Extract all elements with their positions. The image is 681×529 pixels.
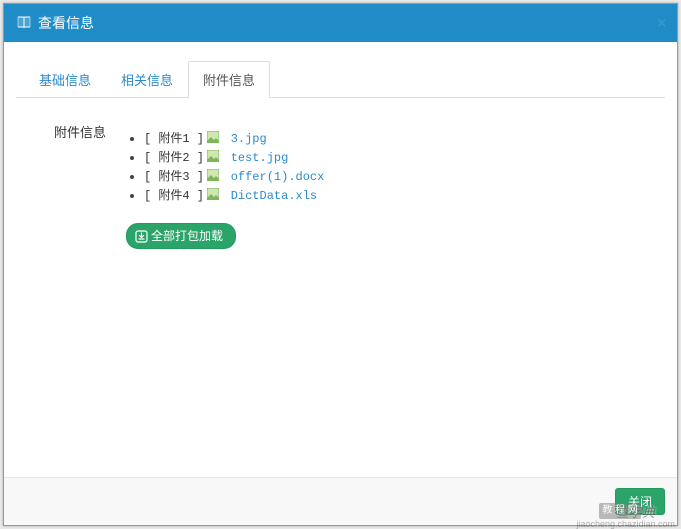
attachment-label: [ 附件4 ]: [144, 189, 204, 203]
attachment-link[interactable]: offer(1).docx: [231, 170, 325, 184]
file-image-icon: [207, 168, 219, 180]
dialog: 查看信息 × 基础信息 相关信息 附件信息 附件信息 [ 附件1 ] 3.jpg…: [3, 3, 678, 526]
dialog-body: 基础信息 相关信息 附件信息 附件信息 [ 附件1 ] 3.jpg [ 附件2 …: [4, 42, 677, 477]
attachment-link[interactable]: DictData.xls: [231, 189, 317, 203]
list-item: [ 附件3 ] offer(1).docx: [144, 167, 647, 186]
tab-content: 附件信息 [ 附件1 ] 3.jpg [ 附件2 ] test.jpg [ 附件…: [16, 98, 665, 259]
tab-related-info[interactable]: 相关信息: [106, 61, 188, 98]
list-item: [ 附件4 ] DictData.xls: [144, 186, 647, 205]
download-icon: [135, 230, 148, 243]
dialog-header: 查看信息 ×: [4, 4, 677, 42]
attachment-label: [ 附件2 ]: [144, 151, 204, 165]
file-image-icon: [207, 130, 219, 142]
file-image-icon: [207, 187, 219, 199]
file-image-icon: [207, 149, 219, 161]
close-button[interactable]: 关闭: [615, 488, 665, 515]
close-icon[interactable]: ×: [656, 14, 667, 32]
attachment-link[interactable]: test.jpg: [231, 151, 289, 165]
dialog-title: 查看信息: [38, 13, 94, 33]
attachment-list: [ 附件1 ] 3.jpg [ 附件2 ] test.jpg [ 附件3 ] o…: [144, 129, 647, 205]
tab-basic-info[interactable]: 基础信息: [24, 61, 106, 98]
attachment-link[interactable]: 3.jpg: [231, 132, 267, 146]
download-all-label: 全部打包加载: [151, 228, 223, 244]
tab-attachment-info[interactable]: 附件信息: [188, 61, 270, 98]
list-item: [ 附件1 ] 3.jpg: [144, 129, 647, 148]
list-item: [ 附件2 ] test.jpg: [144, 148, 647, 167]
attachment-label: [ 附件3 ]: [144, 170, 204, 184]
attachment-label: [ 附件1 ]: [144, 132, 204, 146]
download-all-button[interactable]: 全部打包加载: [126, 223, 236, 249]
book-icon: [16, 15, 32, 31]
dialog-footer: 关闭: [4, 477, 677, 525]
tab-bar: 基础信息 相关信息 附件信息: [16, 60, 665, 98]
